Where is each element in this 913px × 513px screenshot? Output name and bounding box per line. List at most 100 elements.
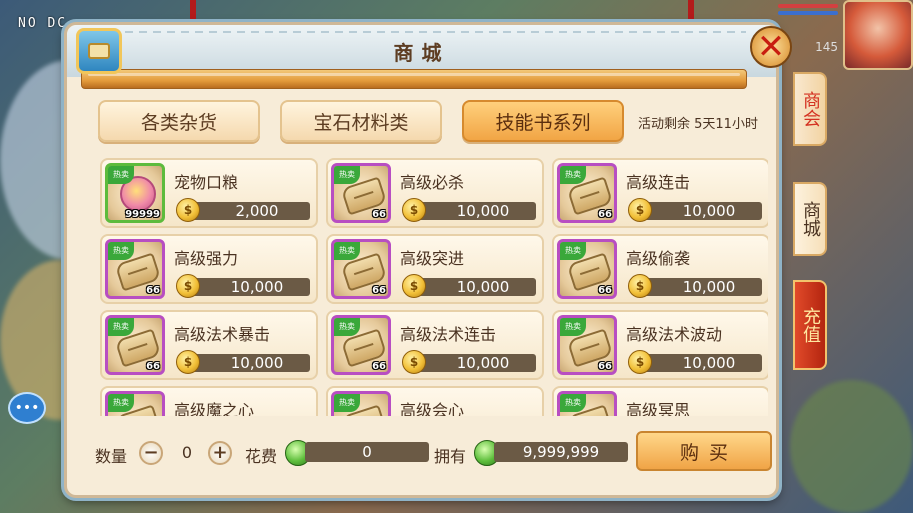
cost-value: 0 <box>305 442 429 462</box>
quantity-field[interactable]: 0 <box>164 441 210 465</box>
hot-sale-tag: 热卖 <box>108 394 134 412</box>
item-count: 99999 <box>125 209 160 220</box>
item-count: 66 <box>598 285 612 296</box>
gold-coin-icon: $ <box>176 350 200 374</box>
tab-gem-materials[interactable]: 宝石材料类 <box>280 100 442 142</box>
skill-book-icon: 热卖 66 <box>331 315 391 375</box>
gold-coin-icon: $ <box>176 198 200 222</box>
item-count: 66 <box>372 209 386 220</box>
hot-sale-tag: 热卖 <box>108 242 134 260</box>
item-name: 高级连击 <box>626 173 691 192</box>
banner-rope-left <box>190 0 196 24</box>
gold-coin-icon: $ <box>628 274 652 298</box>
skill-book-icon: 热卖 <box>105 391 165 416</box>
skill-book-icon: 热卖 66 <box>331 163 391 223</box>
item-count: 66 <box>146 285 160 296</box>
hot-sale-tag: 热卖 <box>108 318 134 336</box>
pet-food-icon: 热卖 99999 <box>105 163 165 223</box>
item-price: 10,000 <box>190 278 310 296</box>
item-price: 10,000 <box>642 354 762 372</box>
hot-sale-tag: 热卖 <box>560 242 586 260</box>
owned-label: 拥有 <box>434 447 467 466</box>
hot-sale-tag: 热卖 <box>560 318 586 336</box>
event-timer: 活动剩余 5天11小时 <box>638 117 758 132</box>
banner-rope-right <box>688 0 694 24</box>
hot-sale-tag: 热卖 <box>334 318 360 336</box>
item-card[interactable]: 热卖高级魔之心$ <box>100 386 318 416</box>
tab-misc-goods[interactable]: 各类杂货 <box>98 100 260 142</box>
item-price: 10,000 <box>190 354 310 372</box>
item-price: 2,000 <box>190 202 310 220</box>
side-tab-recharge[interactable]: 充值 <box>793 280 827 370</box>
item-card[interactable]: 热卖高级会心$ <box>326 386 544 416</box>
buy-button[interactable]: 购买 <box>636 431 772 471</box>
gold-coin-icon: $ <box>402 198 426 222</box>
item-card[interactable]: 热卖 66 高级强力 10,000 $ <box>100 234 318 304</box>
item-name: 高级冥思 <box>626 401 691 416</box>
quantity-label: 数量 <box>95 447 128 466</box>
item-card[interactable]: 热卖 99999 宠物口粮 2,000 $ <box>100 158 318 228</box>
skill-book-icon: 热卖 66 <box>105 315 165 375</box>
decrease-quantity-button[interactable]: − <box>139 441 163 465</box>
skill-book-icon: 热卖 <box>557 391 617 416</box>
hot-sale-tag: 热卖 <box>334 242 360 260</box>
header-scroll-decoration <box>81 69 747 89</box>
skill-book-icon: 热卖 <box>331 391 391 416</box>
gold-coin-icon: $ <box>628 198 652 222</box>
background-scene-3 <box>790 380 913 513</box>
gold-coin-icon: $ <box>628 350 652 374</box>
item-name: 高级魔之心 <box>174 401 255 416</box>
panel-title: 商城 <box>393 41 450 65</box>
side-tab-mall[interactable]: 商城 <box>793 182 827 256</box>
item-card[interactable]: 热卖 66 高级法术波动 10,000 $ <box>552 310 768 380</box>
debug-overlay-text: NO DC <box>18 16 68 31</box>
player-level-text: 145 <box>815 40 838 54</box>
item-name: 高级法术暴击 <box>174 325 271 344</box>
item-count: 66 <box>598 209 612 220</box>
skill-book-icon: 热卖 66 <box>105 239 165 299</box>
hot-sale-tag: 热卖 <box>334 394 360 412</box>
tab-skill-books[interactable]: 技能书系列 <box>462 100 624 142</box>
owned-value: 9,999,999 <box>494 442 628 462</box>
gold-coin-icon: $ <box>402 274 426 298</box>
item-price: 10,000 <box>642 202 762 220</box>
item-card[interactable]: 热卖高级冥思$ <box>552 386 768 416</box>
item-price: 10,000 <box>642 278 762 296</box>
item-card[interactable]: 热卖 66 高级法术连击 10,000 $ <box>326 310 544 380</box>
item-name: 高级法术波动 <box>626 325 723 344</box>
shop-gift-icon <box>76 28 122 74</box>
item-card[interactable]: 热卖 66 高级偷袭 10,000 $ <box>552 234 768 304</box>
item-card[interactable]: 热卖 66 高级法术暴击 10,000 $ <box>100 310 318 380</box>
increase-quantity-button[interactable]: + <box>208 441 232 465</box>
status-bars <box>778 4 838 22</box>
item-name: 高级偷袭 <box>626 249 691 268</box>
item-count: 66 <box>372 361 386 372</box>
item-name: 高级会心 <box>400 401 465 416</box>
item-name: 高级强力 <box>174 249 239 268</box>
gold-coin-icon: $ <box>176 274 200 298</box>
item-count: 66 <box>146 361 160 372</box>
skill-book-icon: 热卖 66 <box>557 239 617 299</box>
hot-sale-tag: 热卖 <box>560 166 586 184</box>
item-card[interactable]: 热卖 66 高级突进 10,000 $ <box>326 234 544 304</box>
skill-book-icon: 热卖 66 <box>331 239 391 299</box>
hot-sale-tag: 热卖 <box>108 166 134 184</box>
item-card[interactable]: 热卖 66 高级连击 10,000 $ <box>552 158 768 228</box>
item-name: 高级必杀 <box>400 173 465 192</box>
player-avatar[interactable] <box>843 0 913 70</box>
item-count: 66 <box>372 285 386 296</box>
hot-sale-tag: 热卖 <box>334 166 360 184</box>
item-name: 宠物口粮 <box>174 173 239 192</box>
item-card[interactable]: 热卖 66 高级必杀 10,000 $ <box>326 158 544 228</box>
side-tab-guild-shop[interactable]: 商会 <box>793 72 827 146</box>
item-count: 66 <box>598 361 612 372</box>
skill-book-icon: 热卖 66 <box>557 315 617 375</box>
hot-sale-tag: 热卖 <box>560 394 586 412</box>
close-button[interactable]: ✕ <box>750 26 792 68</box>
cost-label: 花费 <box>245 447 278 466</box>
item-price: 10,000 <box>416 354 536 372</box>
chat-icon[interactable]: ••• <box>8 392 46 424</box>
item-name: 高级突进 <box>400 249 465 268</box>
gold-coin-icon: $ <box>402 350 426 374</box>
item-name: 高级法术连击 <box>400 325 497 344</box>
